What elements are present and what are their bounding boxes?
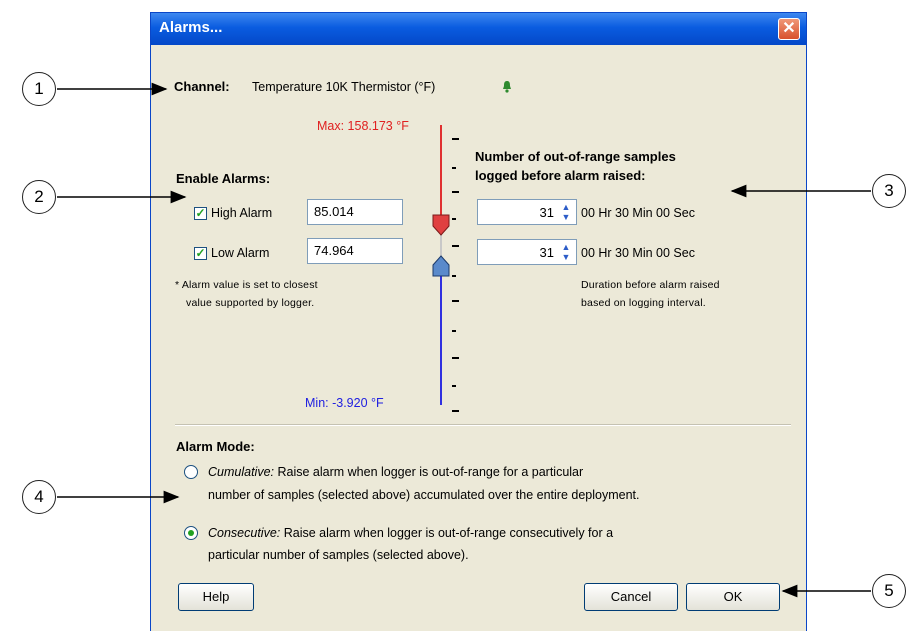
slider-tick [452,138,459,140]
radio-selected-dot [188,530,194,536]
consecutive-name: Consecutive: [208,526,281,540]
low-alarm-input[interactable]: 74.964 [307,238,403,264]
slider-tick [452,245,459,247]
slider-tick [452,410,459,412]
samples-heading-line2: logged before alarm raised: [475,168,646,183]
callout-2: 2 [22,180,56,214]
window-title: Alarms... [159,19,223,36]
high-alarm-marker-icon[interactable] [431,214,451,236]
alarm-note-line1: * Alarm value is set to closest [175,279,318,291]
high-samples-value: 31 [539,205,554,220]
title-bar: Alarms... ✕ [151,13,806,45]
channel-label: Channel: [174,79,230,94]
low-duration: 00 Hr 30 Min 00 Sec [581,246,695,260]
high-alarm-checkbox[interactable]: ✓ [194,207,207,220]
high-duration: 00 Hr 30 Min 00 Sec [581,206,695,220]
slider-tick [452,167,456,169]
bell-icon [503,81,511,93]
duration-note-line2: based on logging interval. [581,297,706,309]
slider-tick [452,218,456,220]
samples-heading-line1: Number of out-of-range samples [475,149,676,164]
slider-tick [452,385,456,387]
alarm-mode-heading: Alarm Mode: [176,439,255,454]
cumulative-name: Cumulative: [208,465,274,479]
cumulative-radio[interactable] [184,465,198,479]
low-samples-stepper[interactable]: 31 ▲ ▼ [477,239,577,265]
cumulative-desc-line2: number of samples (selected above) accum… [208,488,640,502]
ok-button[interactable]: OK [686,583,780,611]
stepper-arrows-icon[interactable]: ▲ ▼ [558,242,574,262]
alarm-note-line2: value supported by logger. [186,297,315,309]
slider-tick [452,191,459,193]
low-samples-value: 31 [539,245,554,260]
alarms-dialog: Alarms... ✕ Channel: Temperature 10K The… [150,12,807,631]
cancel-button[interactable]: Cancel [584,583,678,611]
separator [175,424,791,426]
slider-track-low [440,268,442,405]
high-samples-stepper[interactable]: 31 ▲ ▼ [477,199,577,225]
slider-tick [452,357,459,359]
high-alarm-input[interactable]: 85.014 [307,199,403,225]
enable-alarms-heading: Enable Alarms: [176,171,271,186]
low-alarm-label[interactable]: Low Alarm [211,246,269,260]
channel-value: Temperature 10K Thermistor (°F) [252,80,436,94]
consecutive-desc-line2: particular number of samples (selected a… [208,548,469,562]
low-alarm-checkbox[interactable]: ✓ [194,247,207,260]
low-alarm-marker-icon[interactable] [431,255,451,277]
slider-track-high [440,125,442,223]
help-button[interactable]: Help [178,583,254,611]
callout-1: 1 [22,72,56,106]
high-alarm-label[interactable]: High Alarm [211,206,272,220]
callout-4: 4 [22,480,56,514]
alarm-slider[interactable] [421,125,471,412]
stepper-arrows-icon[interactable]: ▲ ▼ [558,202,574,222]
slider-tick [452,300,459,302]
cumulative-text-line1[interactable]: Cumulative: Raise alarm when logger is o… [208,465,583,479]
min-label: Min: -3.920 °F [305,396,384,410]
slider-tick [452,275,456,277]
cumulative-desc-line1: Raise alarm when logger is out-of-range … [274,465,584,479]
close-icon[interactable]: ✕ [778,18,800,40]
consecutive-text-line1[interactable]: Consecutive: Raise alarm when logger is … [208,526,613,540]
consecutive-radio[interactable] [184,526,198,540]
callout-5: 5 [872,574,906,608]
callout-3: 3 [872,174,906,208]
max-label: Max: 158.173 °F [317,119,409,133]
slider-tick [452,330,456,332]
consecutive-desc-line1: Raise alarm when logger is out-of-range … [280,526,614,540]
duration-note-line1: Duration before alarm raised [581,279,720,291]
